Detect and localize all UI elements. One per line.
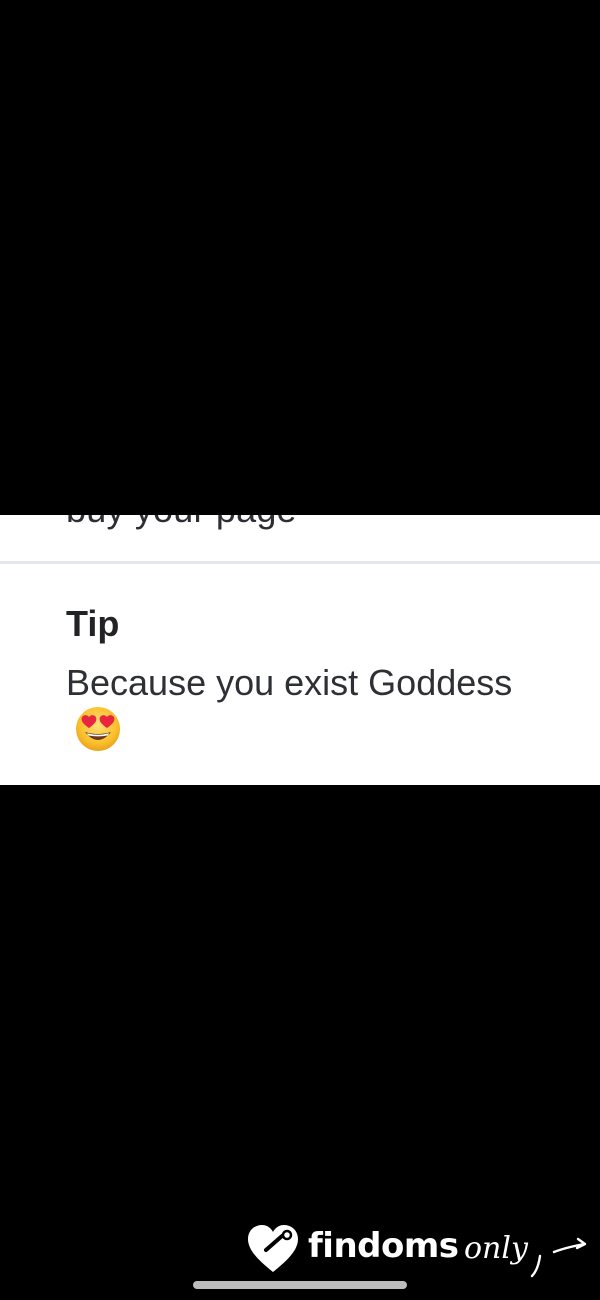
heart-tag-icon bbox=[246, 1222, 302, 1283]
tip-message-text: Because you exist Goddess bbox=[66, 662, 513, 703]
tip-label: Tip bbox=[66, 603, 120, 644]
heart-eyes-emoji-icon bbox=[74, 705, 122, 769]
tip-message: Because you exist Goddess bbox=[66, 655, 566, 769]
tip-message-card: buy your page Tip Because you exist Godd… bbox=[0, 515, 600, 785]
blank-black-area bbox=[0, 0, 600, 515]
previous-message-section: buy your page bbox=[0, 515, 600, 562]
divider bbox=[0, 561, 600, 564]
watermark-script-text: only bbox=[462, 1218, 592, 1287]
home-indicator[interactable] bbox=[193, 1281, 407, 1289]
watermark-brand-text: findoms bbox=[308, 1226, 459, 1266]
previous-message-text: buy your page bbox=[66, 515, 297, 531]
findomsonly-watermark: findoms only bbox=[246, 1216, 596, 1280]
svg-text:only: only bbox=[464, 1231, 529, 1266]
